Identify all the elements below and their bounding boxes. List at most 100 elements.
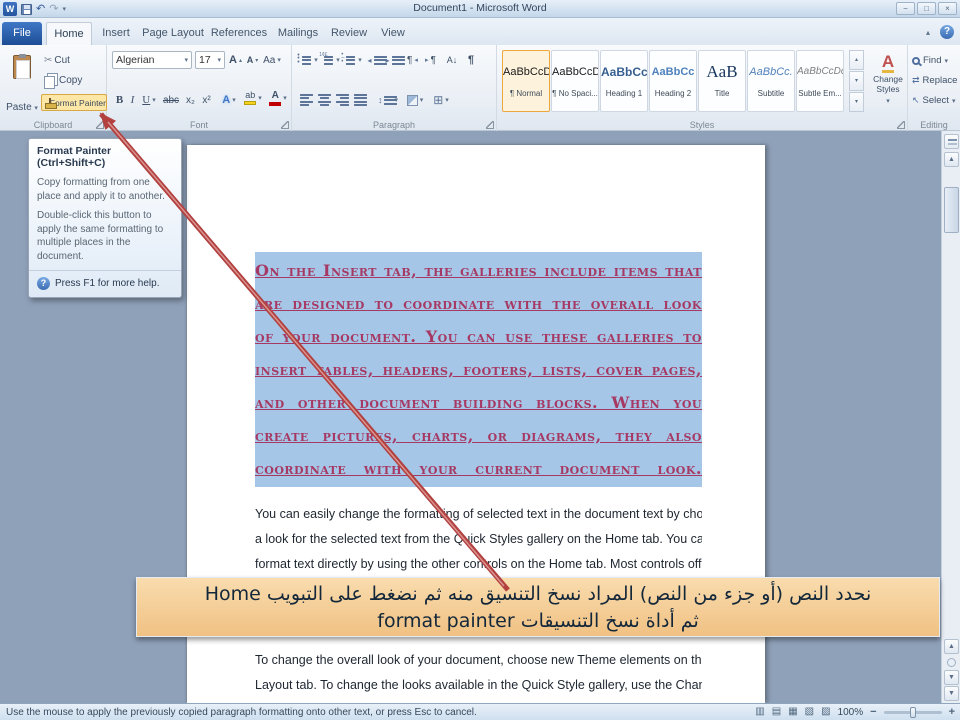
text-highlight-button[interactable]: ab ▾ [241,89,265,107]
collapse-ribbon-icon[interactable]: ▴ [926,28,930,37]
increase-indent-button[interactable]: ▸ [384,51,405,69]
scroll-down-icon[interactable]: ▼ [944,686,959,701]
shading-button[interactable]: ▾ [404,91,426,109]
font-size-combo[interactable]: 17 ▾ [195,51,225,69]
text-effects-button[interactable]: A ▾ [219,91,239,109]
font-name-dropdown-icon[interactable]: ▾ [184,56,188,64]
style-title[interactable]: AaB Title [698,50,746,112]
styles-gallery-down-icon[interactable]: ▾ [849,71,864,91]
body-paragraph-1[interactable]: You can easily change the formatting of … [255,502,702,577]
subscript-button[interactable]: x₂ [183,91,198,109]
rtl-direction-icon: ¶ [407,54,413,66]
tab-file[interactable]: File [2,22,42,45]
styles-gallery-up-icon[interactable]: ▴ [849,50,864,70]
format-painter-button[interactable]: Format Painter [41,94,107,111]
font-dialog-launcher-icon[interactable] [281,121,289,129]
change-styles-button[interactable]: A Change Styles ▾ [871,50,905,116]
clipboard-dialog-launcher-icon[interactable] [96,121,104,129]
help-icon[interactable]: ? [940,25,954,39]
change-case-button[interactable]: Aa ▾ [262,51,282,69]
italic-button[interactable]: I [127,91,138,109]
cut-button[interactable]: ✂ Cut [44,51,70,69]
grow-font-button[interactable]: A ▴ [228,51,243,69]
rtl-direction-button[interactable]: ¶ ◂ [404,51,421,69]
borders-button[interactable]: ⊞ ▾ [430,91,452,109]
copy-button[interactable]: Copy [44,71,82,89]
find-button[interactable]: Find ▾ [912,52,958,69]
style-no-spacing[interactable]: AaBbCcDc ¶ No Spaci... [551,50,599,112]
zoom-in-icon[interactable]: + [949,706,955,718]
zoom-out-icon[interactable]: − [870,706,876,718]
justify-icon [353,93,367,107]
view-print-layout-icon[interactable]: ▥ [755,704,764,720]
sort-button[interactable]: A↓ [442,51,462,69]
line-spacing-button[interactable]: ↕ ▾ [376,91,400,109]
strikethrough-icon: abc [162,94,180,106]
styles-dialog-launcher-icon[interactable] [897,121,905,129]
previous-page-icon[interactable]: ▲ [944,639,959,654]
sort-icon: A↓ [446,55,458,65]
bullets-button[interactable]: ▾ [297,51,318,69]
style-heading-1[interactable]: AaBbCc Heading 1 [600,50,648,112]
bold-button[interactable]: B [113,91,126,109]
selected-heading-text[interactable]: On the Insert tab, the galleries include… [255,252,702,487]
paste-button[interactable]: Paste ▾ [4,50,40,116]
shrink-font-arrow-icon: ▾ [255,57,259,64]
paste-dropdown-icon[interactable]: ▾ [34,105,38,112]
ruler-toggle-icon[interactable] [944,134,959,149]
view-outline-icon[interactable]: ▧ [805,704,814,720]
scrollbar-thumb[interactable] [944,187,959,233]
align-left-button[interactable] [298,91,314,109]
style-normal[interactable]: AaBbCcDc ¶ Normal [502,50,550,112]
tab-review[interactable]: Review [326,22,372,45]
next-page-icon[interactable]: ▼ [944,670,959,685]
tab-insert[interactable]: Insert [94,22,138,45]
minimize-button[interactable]: − [896,2,915,15]
tab-view[interactable]: View [374,22,412,45]
align-right-button[interactable] [334,91,350,109]
tab-references[interactable]: References [208,22,270,45]
tab-home[interactable]: Home [46,22,92,45]
heading-line: On the Insert tab, the galleries include… [255,261,702,280]
font-name-combo[interactable]: Algerian ▾ [112,51,192,69]
styles-gallery-more-icon[interactable]: ▾ [849,92,864,112]
select-button[interactable]: ↖ Select ▾ [912,92,958,109]
replace-button[interactable]: ⇄ Replace [912,72,958,89]
select-browse-object-icon[interactable] [947,658,956,667]
zoom-level[interactable]: 100% [838,707,864,718]
decrease-indent-button[interactable]: ◂ [366,51,387,69]
maximize-button[interactable]: □ [917,2,936,15]
zoom-slider[interactable] [883,706,942,718]
style-subtle-emphasis[interactable]: AaBbCcDc Subtle Em... [796,50,844,112]
font-size-dropdown-icon[interactable]: ▾ [217,56,221,64]
heading-line: of your document. You can use these gall… [255,327,702,346]
shading-icon [406,94,418,106]
justify-button[interactable] [352,91,368,109]
view-draft-icon[interactable]: ▨ [821,704,830,720]
strikethrough-button[interactable]: abc [160,91,182,109]
superscript-button[interactable]: x² [199,91,214,109]
vertical-scrollbar[interactable]: ▲ ▲ ▼ ▼ [941,131,960,703]
close-button[interactable]: × [938,2,957,15]
style-subtitle[interactable]: AaBbCc. Subtitle [747,50,795,112]
align-center-button[interactable] [316,91,332,109]
paste-icon [13,54,31,79]
paragraph-group-label: Paragraph [372,120,416,130]
shrink-font-button[interactable]: A ▾ [245,51,260,69]
zoom-slider-thumb[interactable] [909,706,916,718]
paragraph-dialog-launcher-icon[interactable] [486,121,494,129]
scroll-up-icon[interactable]: ▲ [944,152,959,167]
multilevel-list-button[interactable]: ▾ [341,51,362,69]
body-paragraph-2[interactable]: To change the overall look of your docum… [255,648,702,703]
tab-mailings[interactable]: Mailings [272,22,324,45]
tab-page-layout[interactable]: Page Layout [140,22,206,45]
numbering-button[interactable]: ▾ [319,51,340,69]
view-web-layout-icon[interactable]: ▦ [788,704,797,720]
clipboard-group-label: Clipboard [33,120,73,130]
ltr-direction-button[interactable]: ▸ ¶ [422,51,439,69]
underline-button[interactable]: U ▾ [139,91,159,109]
view-full-screen-icon[interactable]: ▤ [772,704,781,720]
style-heading-2[interactable]: AaBbCc Heading 2 [649,50,697,112]
show-hide-pilcrow-button[interactable]: ¶ [464,51,478,69]
font-color-button[interactable]: A ▾ [267,89,289,107]
